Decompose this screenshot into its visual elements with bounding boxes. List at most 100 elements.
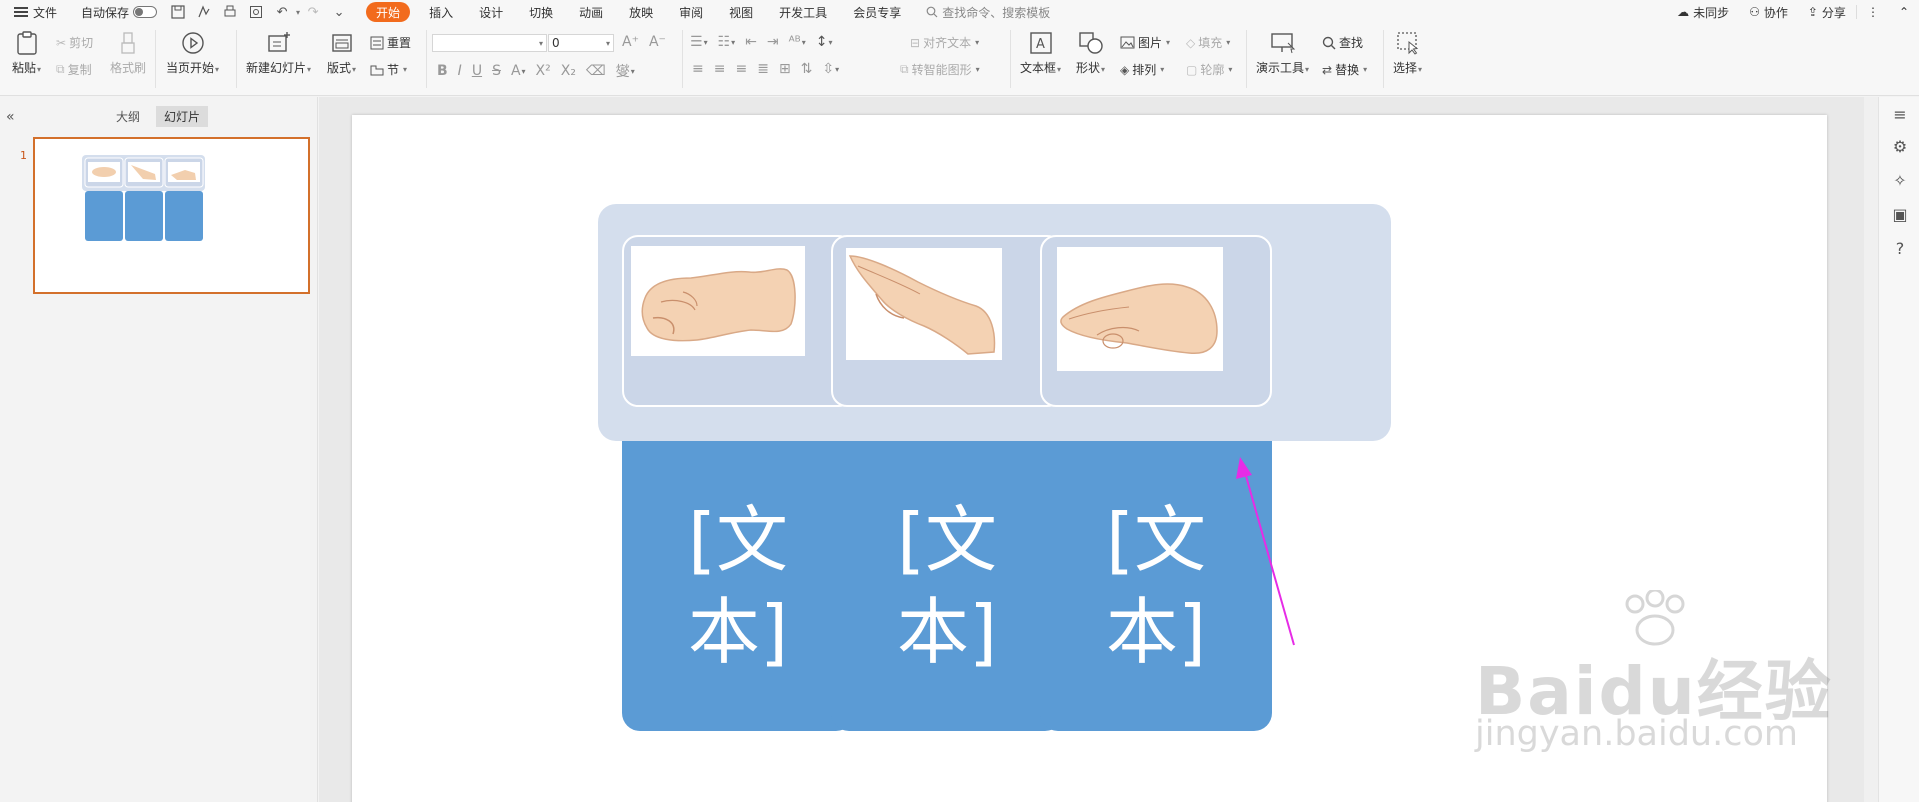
slide-thumbnail-preview (82, 155, 205, 241)
align-center-icon[interactable]: ≡ (714, 61, 726, 77)
print-icon[interactable] (222, 4, 238, 20)
more-options-icon[interactable]: ≡ (1891, 105, 1909, 124)
font-name-combo[interactable]: ▾ (432, 34, 547, 52)
numbering-icon[interactable]: ☷ ▾ (718, 34, 736, 50)
underline-icon[interactable]: U (472, 63, 482, 79)
collab-button[interactable]: ⚇ 协作 (1739, 4, 1798, 21)
textbox-button[interactable]: A 文本框▾ (1020, 30, 1061, 76)
font-size-combo[interactable]: 0 ▾ (548, 34, 614, 52)
pin-icon[interactable]: ✧ (1891, 171, 1909, 190)
text-card-1[interactable]: [文 本] (622, 441, 854, 731)
text-direction-icon[interactable]: ᴬᴮ ▾ (789, 34, 806, 50)
line-spacing-adjust-icon[interactable]: ⇳ ▾ (822, 61, 839, 77)
shapes-button[interactable]: 形状▾ (1076, 30, 1105, 76)
section-button[interactable]: 节 ▾ (370, 61, 407, 78)
line-spacing-icon[interactable]: ↕ ▾ (816, 34, 833, 50)
tab-member[interactable]: 会员专享 (840, 0, 914, 24)
shrink-font-icon[interactable]: A⁻ (649, 34, 666, 50)
bold-icon[interactable]: B (437, 63, 448, 79)
outline-button[interactable]: ▢ 轮廓 ▾ (1186, 61, 1232, 78)
share-button[interactable]: ⇪ 分享 (1798, 4, 1856, 21)
align-left-icon[interactable]: ≡ (692, 61, 704, 77)
collapse-panel-icon[interactable]: « (6, 109, 15, 125)
picture-label: 图片 (1138, 36, 1163, 50)
reset-button[interactable]: 重置 (370, 34, 411, 51)
collapse-ribbon-icon[interactable]: ⌃ (1889, 5, 1919, 19)
bullets-icon[interactable]: ☰ ▾ (690, 34, 708, 50)
tab-slides[interactable]: 幻灯片 (156, 106, 209, 127)
hand-picture-3[interactable] (1057, 247, 1223, 371)
strikethrough-icon[interactable]: S (492, 63, 501, 79)
paste-button[interactable]: 粘贴▾ (12, 30, 41, 76)
tab-insert[interactable]: 插入 (416, 0, 466, 24)
justify-icon[interactable]: ≣ (757, 61, 769, 77)
file-menu[interactable]: 文件 (0, 0, 65, 24)
fill-button[interactable]: ◇ 填充 ▾ (1186, 34, 1230, 51)
comments-icon[interactable]: ▣ (1891, 205, 1909, 224)
redo-icon[interactable]: ↷ (305, 4, 321, 20)
undo-dropdown-icon[interactable]: ▾ (296, 8, 300, 17)
command-search[interactable]: 查找命令、搜索模板 (926, 4, 1050, 21)
align-right-icon[interactable]: ≡ (735, 61, 747, 77)
tab-developer[interactable]: 开发工具 (766, 0, 840, 24)
font-color-icon[interactable]: A ▾ (511, 63, 526, 79)
print-preview-icon[interactable] (248, 4, 264, 20)
picture-frame-3[interactable] (1040, 235, 1272, 407)
tab-slideshow[interactable]: 放映 (616, 0, 666, 24)
tab-view[interactable]: 视图 (716, 0, 766, 24)
convert-smartart-button[interactable]: ⧉ 转智能图形 ▾ (900, 61, 980, 78)
brush-icon (115, 30, 141, 56)
tab-animations[interactable]: 动画 (566, 0, 616, 24)
outline-label: 轮廓 (1200, 63, 1225, 77)
distribute-icon[interactable]: ⊞ (779, 61, 791, 77)
phonetic-icon[interactable]: 燮 ▾ (616, 61, 635, 81)
find-button[interactable]: 查找 (1322, 34, 1363, 51)
slide-thumbnail[interactable] (33, 137, 310, 294)
copy-button[interactable]: ⧉ 复制 (56, 61, 92, 78)
play-from-current-button[interactable]: 当页开始▾ (166, 30, 219, 76)
sync-status[interactable]: ☁ 未同步 (1667, 4, 1739, 21)
autosave-toggle[interactable] (133, 6, 158, 18)
new-slide-button[interactable]: 新建幻灯片▾ (246, 30, 311, 76)
text-card-2[interactable]: [文 本] (831, 441, 1063, 731)
decrease-indent-icon[interactable]: ⇤ (745, 34, 757, 50)
settings-sliders-icon[interactable]: ⚙ (1891, 137, 1909, 156)
picture-frame-1[interactable] (622, 235, 854, 407)
save-icon[interactable] (170, 4, 186, 20)
replace-button[interactable]: ⇄ 替换 ▾ (1322, 61, 1367, 78)
find-label: 查找 (1339, 36, 1364, 50)
cut-button[interactable]: ✂ 剪切 (56, 34, 93, 51)
tab-outline[interactable]: 大纲 (108, 106, 148, 127)
picture-button[interactable]: 图片 ▾ (1120, 34, 1170, 51)
subscript-icon[interactable]: X₂ (561, 63, 576, 79)
search-icon (1322, 36, 1336, 50)
slide-canvas[interactable]: [文 本] [文 本] [文 本] (352, 115, 1827, 802)
vertical-scrollbar[interactable] (1864, 97, 1878, 802)
customize-toolbar-icon[interactable]: ⌄ (331, 4, 347, 20)
export-icon[interactable] (196, 4, 212, 20)
tab-design[interactable]: 设计 (466, 0, 516, 24)
italic-icon[interactable]: I (458, 63, 462, 79)
superscript-icon[interactable]: X² (536, 63, 551, 79)
picture-frame-2[interactable] (831, 235, 1063, 407)
hand-picture-2[interactable] (846, 248, 1002, 360)
undo-icon[interactable]: ↶ (274, 4, 290, 20)
tab-review[interactable]: 审阅 (666, 0, 716, 24)
align-text-button[interactable]: ⊟ 对齐文本 ▾ (910, 34, 979, 51)
presentation-tools-button[interactable]: 演示工具▾ (1256, 30, 1309, 76)
arrange-button[interactable]: ◈ 排列 ▾ (1120, 61, 1164, 78)
help-icon[interactable]: ? (1891, 239, 1909, 258)
paragraph-spacing-icon[interactable]: ⇅ (801, 61, 813, 77)
arrange-label: 排列 (1132, 63, 1157, 77)
tab-home[interactable]: 开始 (366, 2, 411, 22)
tab-transitions[interactable]: 切换 (516, 0, 566, 24)
increase-indent-icon[interactable]: ⇥ (767, 34, 779, 50)
grow-font-icon[interactable]: A⁺ (622, 34, 639, 50)
format-painter-button[interactable]: 格式刷 (110, 30, 146, 76)
clear-format-icon[interactable]: ⌫ (586, 63, 606, 79)
hand-picture-1[interactable] (631, 246, 805, 356)
more-options-icon[interactable]: ⋮ (1855, 5, 1889, 19)
layout-button[interactable]: 版式▾ (327, 30, 356, 76)
select-button[interactable]: 选择▾ (1393, 30, 1422, 76)
autosave-control[interactable]: 自动保存 (73, 0, 165, 24)
